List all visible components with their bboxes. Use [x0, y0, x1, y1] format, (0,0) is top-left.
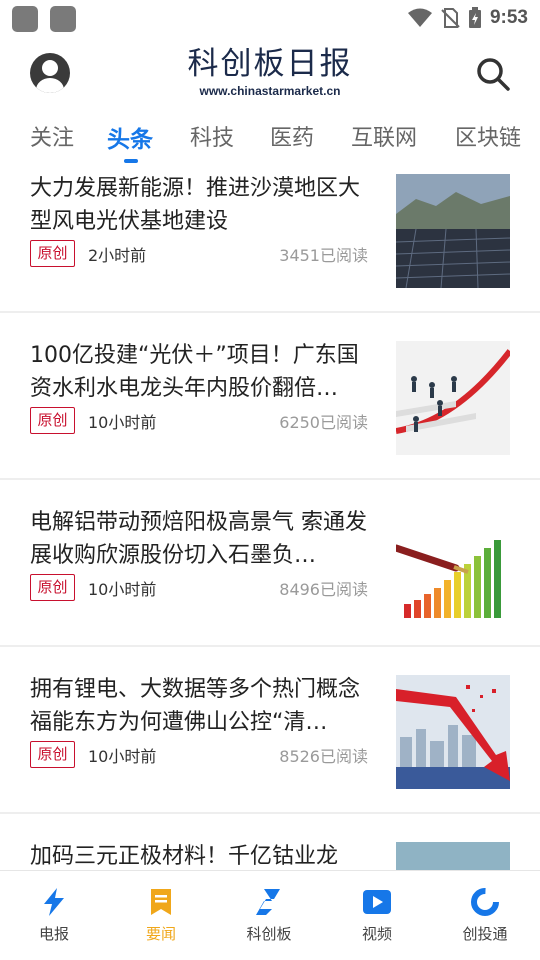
article-title[interactable]: 大力发展新能源！推进沙漠地区大型风电光伏基地建设 [30, 172, 370, 238]
nav-news[interactable]: 要闻 [121, 887, 201, 944]
nav-label: 视频 [361, 925, 392, 943]
article-time: 10小时前 [88, 413, 157, 432]
article-title[interactable]: 拥有锂电、大数据等多个热门概念 福能东方为何遭佛山公控“清… [30, 673, 370, 739]
wifi-icon [407, 8, 432, 27]
lightning-icon [44, 888, 64, 916]
nav-star-market[interactable]: 科创板 [229, 887, 309, 944]
app-logo: 科创板日报 www.chinastarmarket.cn [150, 44, 390, 98]
article-title[interactable]: 加码三元正极材料！千亿钴业龙 [30, 840, 370, 870]
nav-video[interactable]: 视频 [337, 887, 417, 944]
clock: 9:53 [489, 7, 528, 28]
article-thumbnail-solar[interactable] [396, 174, 510, 288]
tab-internet[interactable]: 互联网 [351, 120, 417, 152]
article-time: 10小时前 [88, 747, 157, 766]
tab-follow[interactable]: 关注 [30, 120, 74, 152]
category-tabs: 关注 头条 科技 医药 互联网 区块链 [0, 114, 540, 164]
search-icon[interactable] [476, 57, 510, 91]
article-thumbnail[interactable] [396, 842, 510, 870]
status-bar: 9:53 [0, 0, 540, 36]
original-badge: 原创 [30, 407, 75, 434]
app-notification-icon [50, 6, 76, 32]
article-title[interactable]: 100亿投建“光伏＋”项目！广东国资水利水电龙头年内股价翻倍… [30, 339, 370, 405]
play-icon [363, 890, 391, 914]
article-card[interactable]: 100亿投建“光伏＋”项目！广东国资水利水电龙头年内股价翻倍… 原创 10小时前… [0, 313, 540, 480]
nav-label: 电报 [38, 925, 69, 943]
avatar[interactable] [30, 53, 70, 93]
app-url: www.chinastarmarket.cn [199, 84, 341, 98]
app-title: 科创板日报 [187, 46, 353, 82]
article-read-count: 8496已阅读 [279, 580, 368, 599]
article-time: 2小时前 [88, 246, 147, 265]
original-badge: 原创 [30, 574, 75, 601]
app-notification-icon [12, 6, 38, 32]
article-meta: 原创 10小时前 8526已阅读 [30, 741, 370, 769]
article-read-count: 6250已阅读 [279, 413, 368, 432]
tab-medicine[interactable]: 医药 [270, 120, 314, 152]
article-title[interactable]: 电解铝带动预焙阳极高景气 索通发展收购欣源股份切入石墨负… [30, 506, 370, 572]
article-read-count: 8526已阅读 [279, 747, 368, 766]
bottom-navigation: 电报 要闻 科创板 视频 创投通 [0, 870, 540, 960]
nav-label: 要闻 [145, 925, 176, 943]
nav-telegraph[interactable]: 电报 [14, 887, 94, 944]
s-logo-icon [256, 889, 280, 915]
article-meta: 原创 10小时前 6250已阅读 [30, 407, 370, 435]
no-sim-icon [441, 8, 460, 28]
article-card[interactable]: 电解铝带动预焙阳极高景气 索通发展收购欣源股份切入石墨负… 原创 10小时前 8… [0, 480, 540, 647]
article-meta: 原创 10小时前 8496已阅读 [30, 574, 370, 602]
nav-label: 创投通 [462, 925, 508, 943]
article-meta: 原创 2小时前 3451已阅读 [30, 240, 370, 268]
original-badge: 原创 [30, 240, 75, 267]
article-thumbnail-decline[interactable] [396, 675, 510, 789]
article-thumbnail-race[interactable] [396, 341, 510, 455]
original-badge: 原创 [30, 741, 75, 768]
active-tab-indicator [124, 159, 138, 163]
article-time: 10小时前 [88, 580, 157, 599]
article-read-count: 3451已阅读 [279, 246, 368, 265]
article-card[interactable]: 大力发展新能源！推进沙漠地区大型风电光伏基地建设 原创 2小时前 3451已阅读 [0, 166, 540, 313]
article-thumbnail-chart[interactable] [396, 508, 510, 622]
article-list[interactable]: 大力发展新能源！推进沙漠地区大型风电光伏基地建设 原创 2小时前 3451已阅读… [0, 166, 540, 870]
tab-tech[interactable]: 科技 [190, 120, 234, 152]
nav-label: 科创板 [246, 925, 292, 943]
article-card[interactable]: 拥有锂电、大数据等多个热门概念 福能东方为何遭佛山公控“清… 原创 10小时前 … [0, 647, 540, 814]
tab-blockchain[interactable]: 区块链 [455, 120, 521, 152]
bookmark-icon [151, 889, 171, 915]
article-card[interactable]: 加码三元正极材料！千亿钴业龙 [0, 814, 540, 870]
app-header: 科创板日报 www.chinastarmarket.cn [0, 40, 540, 110]
tab-headlines[interactable]: 头条 [107, 120, 153, 154]
ring-icon [471, 888, 499, 916]
nav-venture[interactable]: 创投通 [445, 887, 525, 944]
battery-charging-icon [468, 7, 481, 28]
